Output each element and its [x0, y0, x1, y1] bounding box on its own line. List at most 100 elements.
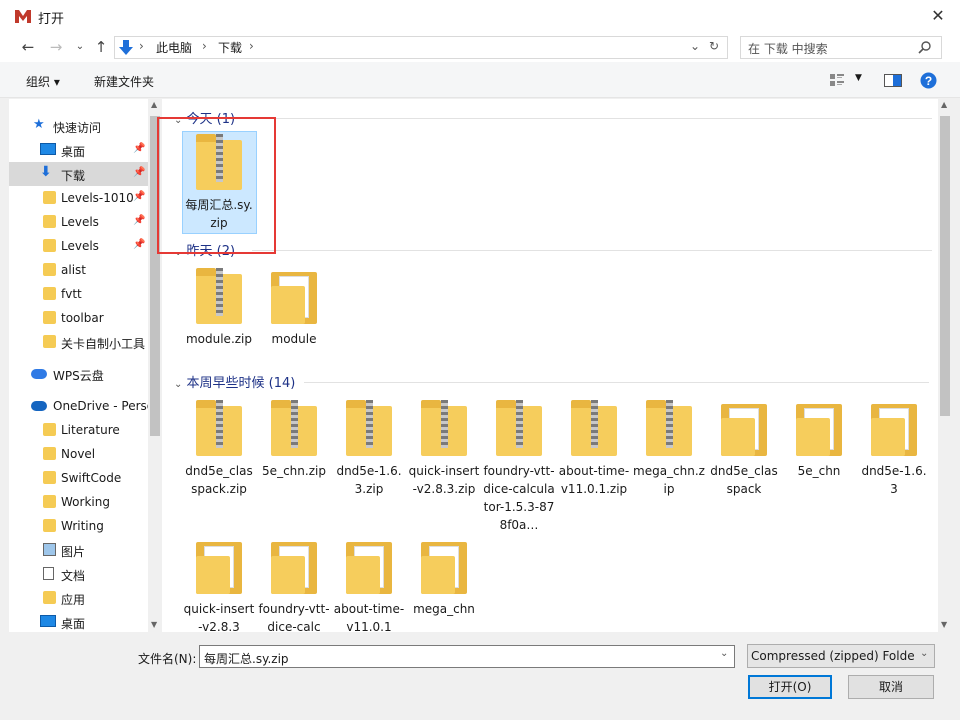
- folder-icon: [43, 591, 56, 604]
- filename-dropdown-chevron-icon[interactable]: ⌄: [720, 648, 728, 659]
- folder-item[interactable]: mega_chn: [408, 538, 480, 618]
- folder-item[interactable]: quick-insert-v2.8.3: [183, 538, 255, 636]
- group-header-earlier-this-week[interactable]: ⌄ 本周早些时候 (14): [174, 372, 929, 392]
- sidebar-item-levels[interactable]: Levels 📌: [9, 210, 148, 234]
- up-arrow-icon[interactable]: ↑: [91, 37, 111, 57]
- sidebar-item-fvtt[interactable]: fvtt: [9, 282, 148, 306]
- sidebar-item-quick-access[interactable]: ★ 快速访问: [9, 114, 148, 138]
- sidebar-item-literature[interactable]: Literature: [9, 418, 148, 442]
- help-icon[interactable]: ?: [920, 72, 937, 89]
- preview-pane-icon[interactable]: [884, 74, 902, 87]
- folder-item[interactable]: dnd5e_classpack: [708, 400, 780, 498]
- folder-item[interactable]: dnd5e-1.6.3: [858, 400, 930, 498]
- scroll-down-arrow-icon[interactable]: ▼: [151, 620, 157, 629]
- scroll-up-arrow-icon[interactable]: ▲: [151, 100, 157, 109]
- breadcrumb-separator: ›: [139, 39, 144, 53]
- folder-icon: [43, 447, 56, 460]
- sidebar-item-label: 图片: [61, 545, 86, 559]
- sidebar-item-levels-1010[interactable]: Levels-1010 📌: [9, 186, 148, 210]
- folder-icon: [43, 287, 56, 300]
- file-name: dnd5e_classpack.zip: [185, 464, 253, 496]
- download-location-icon: [119, 40, 133, 55]
- sidebar-item-toolbar[interactable]: toolbar: [9, 306, 148, 330]
- sidebar-item-working[interactable]: Working: [9, 490, 148, 514]
- sidebar-item-label: WPS云盘: [53, 369, 104, 383]
- address-dropdown-chevron-icon[interactable]: ⌄: [690, 39, 700, 53]
- zip-folder-icon: [196, 400, 242, 456]
- navigation-pane: ★ 快速访问 桌面 📌 ⬇ 下载 📌 Levels-1010 📌 Levels …: [9, 99, 148, 632]
- filename-label: 文件名(N):: [138, 652, 197, 666]
- folder-item[interactable]: foundry-vtt-dice-calc: [258, 538, 330, 636]
- file-type-chevron-icon[interactable]: ⌄: [920, 648, 928, 659]
- folder-icon: [43, 311, 56, 324]
- window-title: 打开: [38, 12, 65, 27]
- documents-icon: [43, 567, 54, 580]
- file-item[interactable]: about-time-v11.0.1.zip: [558, 400, 630, 498]
- folder-icon: [43, 495, 56, 508]
- file-name: quick-insert-v2.8.3.zip: [408, 464, 480, 496]
- breadcrumb-this-pc[interactable]: 此电脑: [156, 39, 192, 56]
- svg-text:?: ?: [925, 74, 932, 88]
- sidebar-item-level-tools[interactable]: 关卡自制小工具: [9, 330, 148, 354]
- zip-folder-icon: [196, 268, 242, 324]
- close-icon[interactable]: ✕: [928, 6, 948, 26]
- sidebar-item-swiftcode[interactable]: SwiftCode: [9, 466, 148, 490]
- sidebar-item-levels[interactable]: Levels 📌: [9, 234, 148, 258]
- sidebar-item-downloads[interactable]: ⬇ 下载 📌: [9, 162, 148, 186]
- pictures-icon: [43, 543, 56, 556]
- sidebar-item-label: Levels-1010: [61, 191, 134, 205]
- breadcrumb-separator: ›: [202, 39, 207, 53]
- sidebar-item-wps-cloud[interactable]: WPS云盘: [9, 362, 148, 386]
- zip-folder-icon: [496, 400, 542, 456]
- organize-button[interactable]: 组织 ▾: [26, 73, 60, 90]
- sidebar-item-novel[interactable]: Novel: [9, 442, 148, 466]
- open-button[interactable]: 打开(O): [748, 675, 832, 699]
- sidebar-item-documents[interactable]: 文档: [9, 562, 148, 586]
- refresh-icon[interactable]: ↻: [709, 39, 719, 53]
- sidebar-item-alist[interactable]: alist: [9, 258, 148, 282]
- file-item[interactable]: 5e_chn.zip: [258, 400, 330, 480]
- new-folder-button[interactable]: 新建文件夹: [94, 73, 154, 90]
- content-scrollbar-thumb[interactable]: [940, 116, 950, 416]
- folder-icon: [43, 471, 56, 484]
- sidebar-item-desktop[interactable]: 桌面 📌: [9, 138, 148, 162]
- scroll-down-arrow-icon[interactable]: ▼: [941, 620, 947, 629]
- cancel-button[interactable]: 取消: [848, 675, 934, 699]
- sidebar-item-label: 桌面: [61, 145, 86, 159]
- sidebar-item-apps[interactable]: 应用: [9, 586, 148, 610]
- sidebar-item-desktop[interactable]: 桌面: [9, 610, 148, 632]
- folder-icon: [871, 400, 917, 456]
- highlight-annotation-box: [157, 117, 276, 254]
- sidebar-item-writing[interactable]: Writing: [9, 514, 148, 538]
- folder-icon: [43, 263, 56, 276]
- sidebar-item-pictures[interactable]: 图片: [9, 538, 148, 562]
- zip-folder-icon: [646, 400, 692, 456]
- star-icon: ★: [33, 117, 45, 132]
- pin-icon: 📌: [133, 239, 146, 250]
- folder-item[interactable]: module: [258, 268, 330, 348]
- sidebar-item-label: Literature: [61, 423, 120, 437]
- file-item[interactable]: dnd5e-1.6.3.zip: [333, 400, 405, 498]
- scroll-up-arrow-icon[interactable]: ▲: [941, 100, 947, 109]
- recent-locations-chevron-icon[interactable]: ⌄: [70, 37, 90, 57]
- file-item[interactable]: quick-insert-v2.8.3.zip: [408, 400, 480, 498]
- sidebar-item-onedrive[interactable]: OneDrive - Perso: [9, 394, 148, 418]
- view-dropdown-chevron-icon[interactable]: ▼: [855, 73, 862, 83]
- folder-icon: [271, 268, 317, 324]
- search-icon[interactable]: [918, 40, 932, 54]
- zip-folder-icon: [346, 400, 392, 456]
- file-item[interactable]: module.zip: [183, 268, 255, 348]
- sidebar-item-label: toolbar: [61, 311, 104, 325]
- view-options-icon[interactable]: [830, 74, 844, 86]
- file-item[interactable]: mega_chn.zip: [633, 400, 705, 498]
- pin-icon: 📌: [133, 167, 146, 178]
- forward-arrow-icon[interactable]: →: [46, 37, 66, 57]
- folder-item[interactable]: 5e_chn: [783, 400, 855, 480]
- cloud-icon: [31, 369, 47, 379]
- back-arrow-icon[interactable]: ←: [18, 37, 38, 57]
- breadcrumb-downloads[interactable]: 下载: [218, 39, 242, 56]
- folder-item[interactable]: about-time-v11.0.1: [333, 538, 405, 636]
- file-item[interactable]: dnd5e_classpack.zip: [183, 400, 255, 498]
- file-item[interactable]: foundry-vtt-dice-calculator-1.5.3-878f0a…: [483, 400, 555, 534]
- folder-icon: [43, 215, 56, 228]
